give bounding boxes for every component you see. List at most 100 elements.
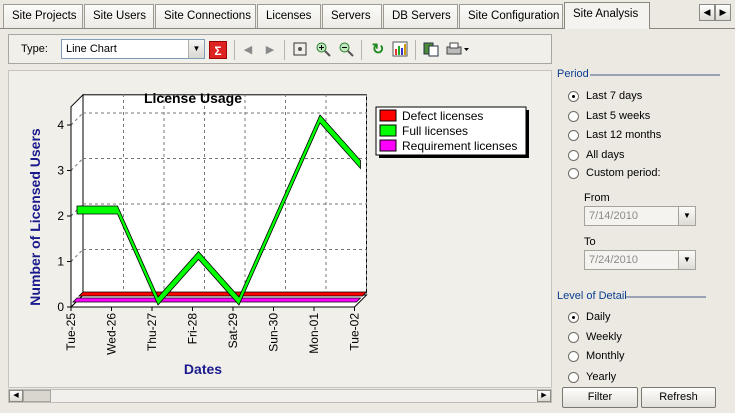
to-date-input[interactable]: 7/24/2010 ▼ (584, 250, 696, 270)
x-axis-title: Dates (184, 361, 222, 377)
chart-panel: 0 1 2 3 4 Tue-25 Wed-26 Thu-27 Fri-28 Sat-29 Sun-3… (8, 70, 552, 388)
radio-icon[interactable] (568, 110, 579, 122)
from-date-value: 7/14/2010 (589, 210, 638, 222)
radio-icon[interactable] (568, 167, 579, 179)
detail-option-yearly[interactable]: Yearly (568, 371, 616, 383)
detail-option-label: Yearly (586, 371, 617, 383)
radio-icon[interactable] (568, 350, 579, 362)
toolbar-separator (284, 40, 285, 60)
chart-horizontal-scrollbar[interactable]: ◀ ▶ (8, 389, 552, 403)
y-tick-label: 2 (57, 209, 64, 223)
radio-icon[interactable] (568, 311, 579, 323)
period-divider (590, 74, 720, 76)
tab-site-analysis[interactable]: Site Analysis (564, 2, 650, 29)
fit-icon[interactable] (291, 41, 309, 59)
from-date-input[interactable]: 7/14/2010 ▼ (584, 206, 696, 226)
x-tick-label: Sat-29 (226, 313, 240, 349)
period-option-all-days[interactable]: All days (568, 149, 625, 161)
toolbar-separator (234, 40, 235, 60)
tab-scroll-right-icon[interactable]: ▶ (715, 4, 731, 21)
tab-servers[interactable]: Servers (322, 4, 382, 28)
x-tick-label: Tue-25 (64, 313, 78, 351)
next-arrow-icon[interactable]: ▶ (261, 41, 279, 59)
radio-icon[interactable] (568, 331, 579, 343)
plot-left-wall (70, 93, 84, 309)
x-tick-label: Mon-01 (307, 313, 321, 354)
x-tick-label: Thu-27 (145, 313, 159, 351)
chart-title: License Usage (144, 90, 242, 106)
legend-swatch (379, 109, 397, 122)
detail-option-monthly[interactable]: Monthly (568, 350, 625, 362)
tab-site-users[interactable]: Site Users (84, 4, 154, 28)
toolbar-separator (361, 40, 362, 60)
chart-settings-icon[interactable] (391, 41, 409, 59)
detail-option-label: Monthly (586, 350, 625, 362)
chevron-down-icon[interactable]: ▼ (678, 251, 695, 269)
y-tick-label: 1 (57, 255, 64, 269)
period-option-label: Last 5 weeks (586, 110, 651, 122)
legend-swatch (379, 124, 397, 137)
refresh-icon[interactable]: ↻ (369, 41, 387, 59)
legend-swatch (379, 139, 397, 152)
detail-option-weekly[interactable]: Weekly (568, 331, 622, 343)
period-option-label: Last 12 months (586, 129, 662, 141)
x-tick-label: Wed-26 (105, 313, 119, 355)
scroll-thumb[interactable] (23, 390, 51, 402)
chart-type-select[interactable]: Line Chart ▼ (61, 39, 205, 59)
scroll-left-icon[interactable]: ◀ (9, 390, 23, 402)
period-option-custom[interactable]: Custom period: (568, 167, 661, 179)
period-option-last-5-weeks[interactable]: Last 5 weeks (568, 110, 650, 122)
copy-icon[interactable] (422, 41, 440, 59)
series-ribbon-defect-licenses (78, 291, 368, 297)
tab-bar: Site Projects Site Users Site Connection… (0, 0, 735, 29)
zoom-in-icon[interactable] (314, 41, 332, 59)
radio-icon[interactable] (568, 129, 579, 141)
chart-type-value: Line Chart (66, 43, 117, 55)
detail-option-label: Daily (586, 311, 611, 323)
sigma-icon[interactable]: Σ (209, 41, 227, 59)
chevron-down-icon[interactable]: ▼ (188, 40, 204, 58)
x-tick-label: Fri-28 (186, 313, 200, 345)
legend-label: Defect licenses (402, 109, 483, 123)
to-label: To (584, 236, 596, 248)
zoom-out-icon[interactable] (337, 41, 355, 59)
radio-icon[interactable] (568, 149, 579, 161)
chart-toolbar: Type: Line Chart ▼ Σ ◀ ▶ ↻ (8, 34, 552, 64)
period-option-last-12-months[interactable]: Last 12 months (568, 129, 661, 141)
period-option-label: Custom period: (586, 167, 661, 179)
legend-label: Requirement licenses (402, 139, 517, 153)
y-tick-label: 4 (57, 118, 64, 132)
x-tick-label: Tue-02 (348, 313, 362, 351)
detail-option-daily[interactable]: Daily (568, 311, 610, 323)
type-label: Type: (21, 43, 48, 55)
detail-group-label: Level of Detail (557, 290, 627, 302)
tab-site-connections[interactable]: Site Connections (155, 4, 256, 28)
from-label: From (584, 192, 610, 204)
period-group-label: Period (557, 68, 589, 80)
refresh-button[interactable]: Refresh (641, 387, 716, 408)
filter-button[interactable]: Filter (562, 387, 638, 408)
radio-icon[interactable] (568, 90, 579, 102)
tab-db-servers[interactable]: DB Servers (383, 4, 458, 28)
tab-site-configuration[interactable]: Site Configuration (459, 4, 563, 28)
print-icon[interactable] (445, 41, 471, 59)
legend-label: Full licenses (402, 124, 468, 138)
scroll-right-icon[interactable]: ▶ (537, 390, 551, 402)
x-tick-label: Sun-30 (267, 313, 281, 352)
y-tick-label: 0 (57, 300, 64, 314)
y-tick-label: 3 (57, 164, 64, 178)
y-axis-title: Number of Licensed Users (27, 128, 43, 306)
to-date-value: 7/24/2010 (589, 254, 638, 266)
detail-option-label: Weekly (586, 331, 622, 343)
period-option-label: Last 7 days (586, 90, 643, 102)
detail-divider (626, 296, 706, 298)
chevron-down-icon[interactable]: ▼ (678, 207, 695, 225)
toolbar-separator (415, 40, 416, 60)
tab-scroll-left-icon[interactable]: ◀ (699, 4, 715, 21)
period-option-last-7-days[interactable]: Last 7 days (568, 90, 642, 102)
radio-icon[interactable] (568, 371, 579, 383)
prev-arrow-icon[interactable]: ◀ (239, 41, 257, 59)
tab-site-projects[interactable]: Site Projects (3, 4, 83, 28)
tab-licenses[interactable]: Licenses (257, 4, 321, 28)
period-option-label: All days (586, 149, 625, 161)
